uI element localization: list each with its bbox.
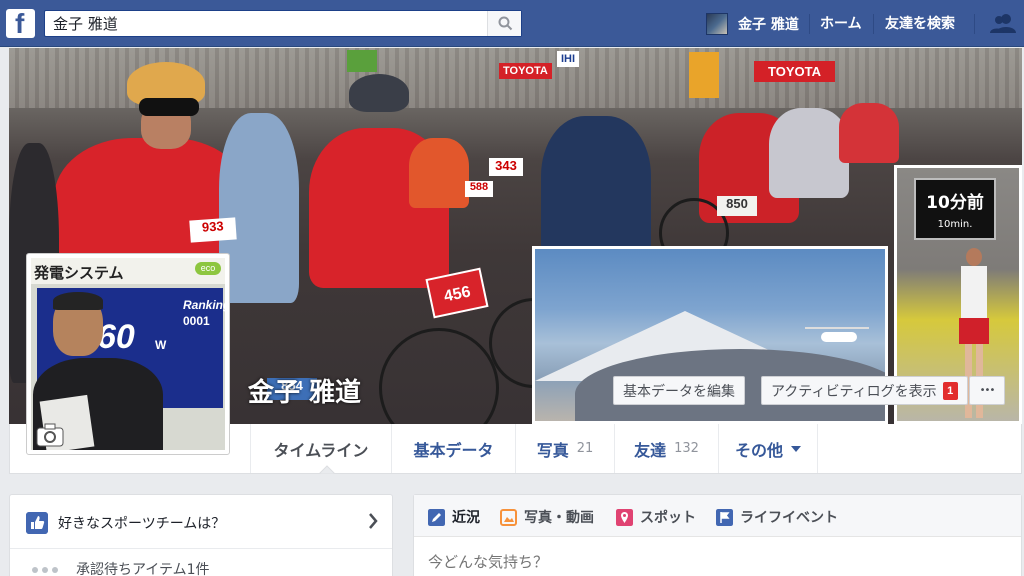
- flag-banner: [347, 50, 377, 72]
- person-hair: [53, 292, 103, 310]
- tab-label: 写真: [536, 440, 569, 460]
- nav-user-name: 金子 雅道: [738, 17, 799, 33]
- power-unit: W: [155, 338, 167, 352]
- photo-icon: [500, 508, 517, 526]
- composer-tabs: 近況 写真・動画 スポット ライフイベント: [414, 495, 1021, 537]
- top-navigation-bar: f 金子 雅道 ホーム 友達を検索: [0, 0, 1024, 47]
- search-icon: [498, 16, 513, 31]
- tab-more[interactable]: その他: [718, 424, 818, 473]
- update-info-label: 基本データを編集: [623, 383, 735, 400]
- countdown-sign: 10分前 10min.: [914, 178, 996, 240]
- helicopter: [821, 332, 857, 342]
- search-bar: [44, 10, 522, 37]
- search-button[interactable]: [487, 11, 521, 36]
- composer-tab-label: 写真・動画: [524, 510, 594, 526]
- flag-icon: [716, 508, 733, 526]
- rider-goggles: [139, 98, 199, 116]
- location-pin-icon: [616, 508, 633, 526]
- tab-count: 132: [674, 441, 699, 456]
- more-options-button[interactable]: •••: [969, 376, 1005, 405]
- facebook-logo-letter: f: [15, 8, 25, 39]
- tab-label: 友達: [634, 440, 667, 460]
- helicopter-rotor: [805, 327, 869, 329]
- pending-dots-icon: [32, 567, 58, 573]
- nav-home-link[interactable]: ホーム: [820, 13, 862, 33]
- camera-icon[interactable]: [35, 422, 65, 448]
- favorite-sports-card: 好きなスポーツチームは？ 承認待ちアイテム1件: [9, 494, 393, 576]
- profile-picture[interactable]: 発電システム eco 60 W Ranking 0001: [26, 253, 230, 455]
- race-bib: 850: [717, 196, 757, 216]
- nav-divider: [873, 14, 874, 34]
- favorite-sports-question: 好きなスポーツチームは？: [58, 516, 226, 532]
- bicycle-wheel: [379, 328, 499, 424]
- more-dots-icon: •••: [979, 385, 996, 396]
- nav-find-friends-link[interactable]: 友達を検索: [885, 13, 955, 33]
- race-bib: 343: [489, 158, 523, 176]
- caret-down-icon: [791, 445, 801, 452]
- active-tab-indicator: [319, 465, 335, 474]
- search-input[interactable]: [45, 11, 485, 36]
- rider-raincoat: [219, 113, 299, 303]
- pencil-icon: [428, 508, 445, 526]
- pending-items-link[interactable]: 承認待ちアイテム1件: [76, 559, 210, 576]
- nav-profile-link[interactable]: 金子 雅道: [706, 13, 799, 35]
- update-info-button[interactable]: 基本データを編集: [613, 376, 745, 405]
- countdown-big-text: 10分前: [926, 193, 984, 213]
- status-composer: 近況 写真・動画 スポット ライフイベント: [413, 494, 1022, 576]
- rider-orange: [409, 138, 469, 208]
- profile-picture-caption: 発電システム: [34, 264, 124, 282]
- tab-label: タイムライン: [273, 440, 369, 460]
- composer-tab-life-event[interactable]: ライフイベント: [716, 507, 838, 527]
- countdown-small-text: 10min.: [937, 219, 973, 230]
- sponsor-banner: TOYOTA: [754, 61, 835, 82]
- notification-badge: 1: [942, 381, 958, 400]
- avatar: [706, 13, 728, 35]
- rider-blue-jacket: [541, 116, 651, 266]
- rider-grey: [769, 108, 849, 198]
- status-input[interactable]: [428, 553, 988, 571]
- facebook-logo[interactable]: f: [6, 8, 35, 39]
- eco-badge: eco: [195, 262, 221, 275]
- tab-count: 21: [576, 441, 594, 456]
- ranking-label: Ranking: [183, 298, 225, 312]
- profile-picture-header: 発電システム eco: [31, 258, 225, 284]
- nav-divider: [974, 14, 975, 34]
- tab-label: その他: [734, 440, 783, 460]
- favorite-sports-row[interactable]: 好きなスポーツチームは？: [10, 495, 392, 549]
- friend-requests-icon[interactable]: [990, 12, 1016, 34]
- sponsor-banner: TOYOTA: [499, 63, 552, 79]
- composer-tab-label: スポット: [640, 510, 696, 526]
- activity-log-button[interactable]: アクティビティログを表示 1: [761, 376, 968, 405]
- tab-photos[interactable]: 写真 21: [515, 424, 614, 473]
- race-bib: 588: [465, 181, 493, 197]
- profile-name[interactable]: 金子 雅道: [248, 372, 361, 409]
- thumbs-up-icon: [26, 512, 48, 534]
- tab-label: 基本データ: [413, 440, 494, 460]
- composer-tab-status[interactable]: 近況: [428, 507, 480, 527]
- rider-red-jacket: [839, 103, 899, 163]
- race-bib: 933: [189, 217, 237, 243]
- composer-tab-label: 近況: [452, 510, 480, 526]
- tab-friends[interactable]: 友達 132: [614, 424, 718, 473]
- sponsor-banner: IHI: [557, 51, 580, 67]
- composer-tab-photo-video[interactable]: 写真・動画: [500, 507, 594, 527]
- chevron-right-icon: [369, 513, 378, 529]
- activity-log-label: アクティビティログを表示: [771, 383, 937, 400]
- rider-helmet: [349, 74, 409, 112]
- flag-banner: [689, 52, 719, 98]
- composer-tab-place[interactable]: スポット: [616, 507, 696, 527]
- tab-about[interactable]: 基本データ: [391, 424, 515, 473]
- nav-divider: [809, 14, 810, 34]
- composer-tab-label: ライフイベント: [740, 510, 838, 526]
- ranking-value: 0001: [183, 314, 210, 328]
